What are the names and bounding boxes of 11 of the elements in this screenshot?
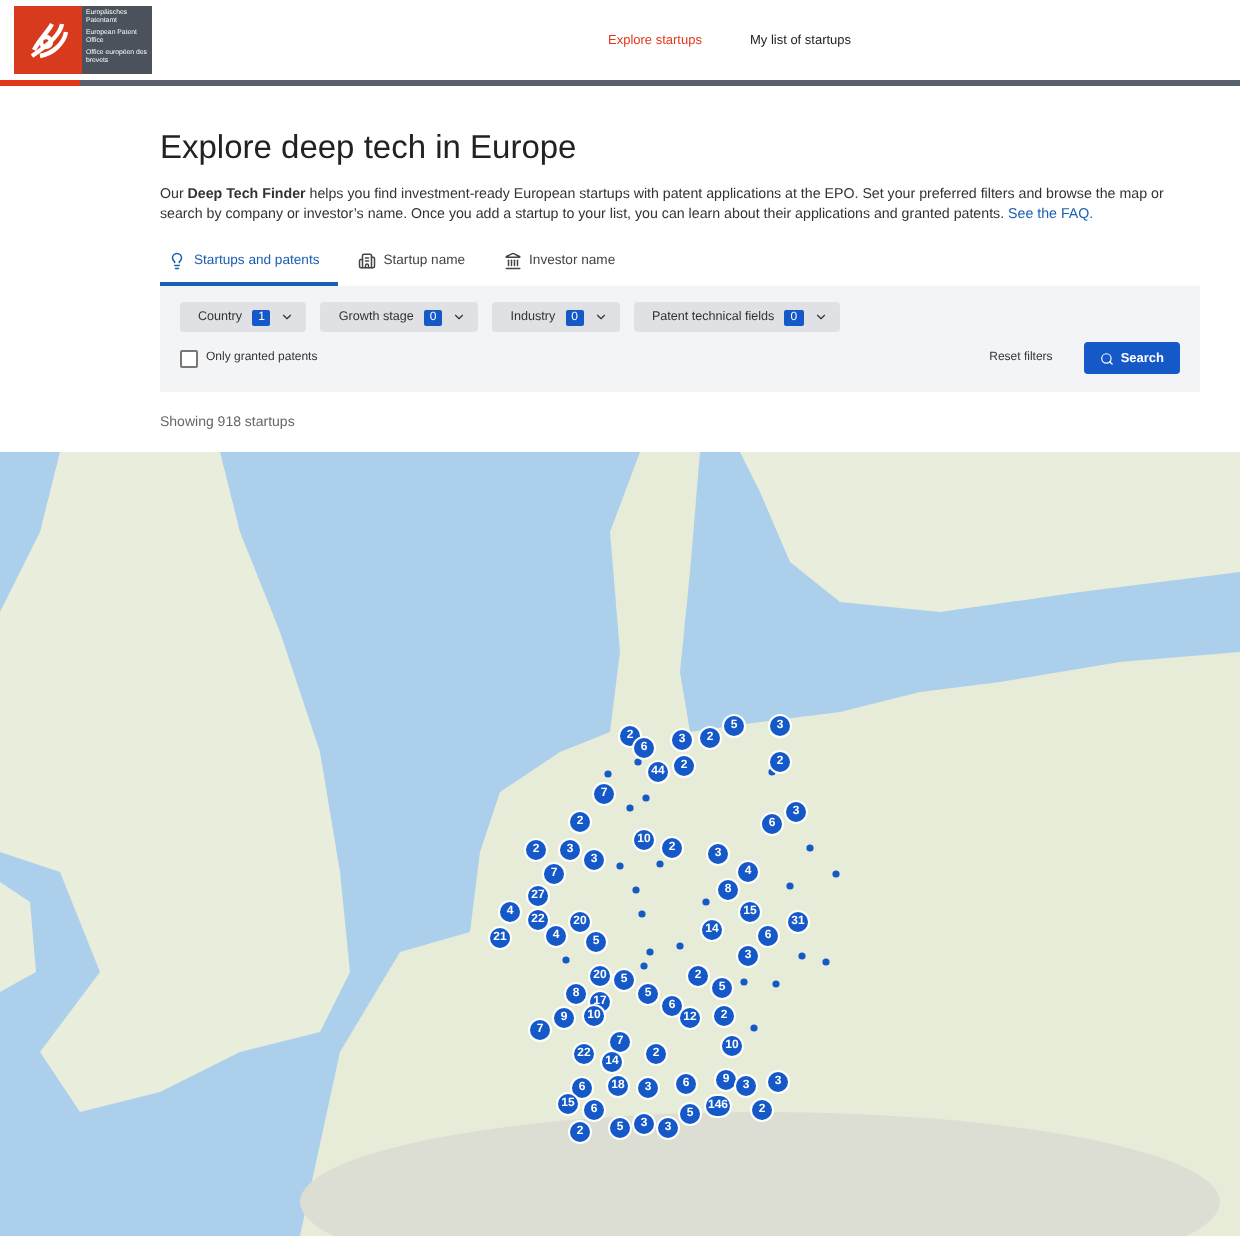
page-title: Explore deep tech in Europe	[160, 130, 579, 168]
chevron-down-icon	[452, 310, 467, 324]
bank-icon	[503, 252, 522, 270]
search-icon	[1100, 351, 1115, 365]
active-indicator	[0, 80, 80, 86]
lightbulb-icon	[168, 252, 186, 270]
building-icon	[357, 252, 376, 270]
chevron-down-icon	[280, 310, 295, 324]
checkbox[interactable]	[180, 349, 198, 367]
chevron-down-icon	[813, 310, 828, 324]
chevron-down-icon	[593, 310, 608, 324]
